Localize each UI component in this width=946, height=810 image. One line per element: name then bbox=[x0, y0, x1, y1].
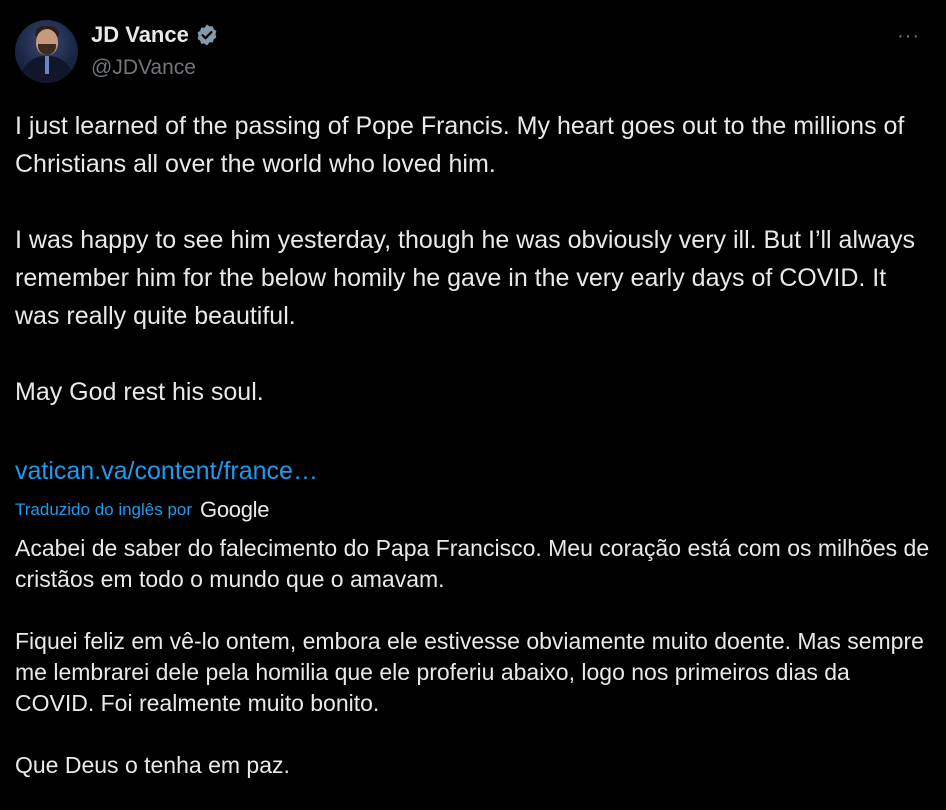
more-options-icon[interactable]: ··· bbox=[897, 26, 920, 46]
google-logo: Google bbox=[200, 497, 270, 522]
avatar[interactable] bbox=[15, 20, 78, 83]
translation-attribution: Traduzido do inglês por Google bbox=[15, 497, 269, 523]
tweet-paragraph: I just learned of the passing of Pope Fr… bbox=[15, 112, 905, 178]
tweet-link[interactable]: vatican.va/content/france… bbox=[15, 452, 318, 490]
author-name-row: JD Vance bbox=[91, 22, 219, 48]
translated-by-label[interactable]: Traduzido do inglês por bbox=[15, 500, 192, 520]
verified-badge-icon[interactable] bbox=[195, 23, 219, 47]
translated-text: Acabei de saber do falecimento do Papa F… bbox=[15, 533, 935, 781]
tweet-text: I just learned of the passing of Pope Fr… bbox=[15, 107, 935, 411]
author-handle[interactable]: @JDVance bbox=[91, 56, 196, 80]
tweet-paragraph: May God rest his soul. bbox=[15, 378, 264, 406]
author-display-name[interactable]: JD Vance bbox=[91, 22, 189, 48]
translation-paragraph: Acabei de saber do falecimento do Papa F… bbox=[15, 535, 930, 592]
avatar-tie bbox=[45, 56, 49, 74]
translation-paragraph: Fiquei feliz em vê-lo ontem, embora ele … bbox=[15, 628, 924, 716]
translation-paragraph: Que Deus o tenha em paz. bbox=[15, 752, 290, 778]
tweet-paragraph: I was happy to see him yesterday, though… bbox=[15, 226, 915, 330]
